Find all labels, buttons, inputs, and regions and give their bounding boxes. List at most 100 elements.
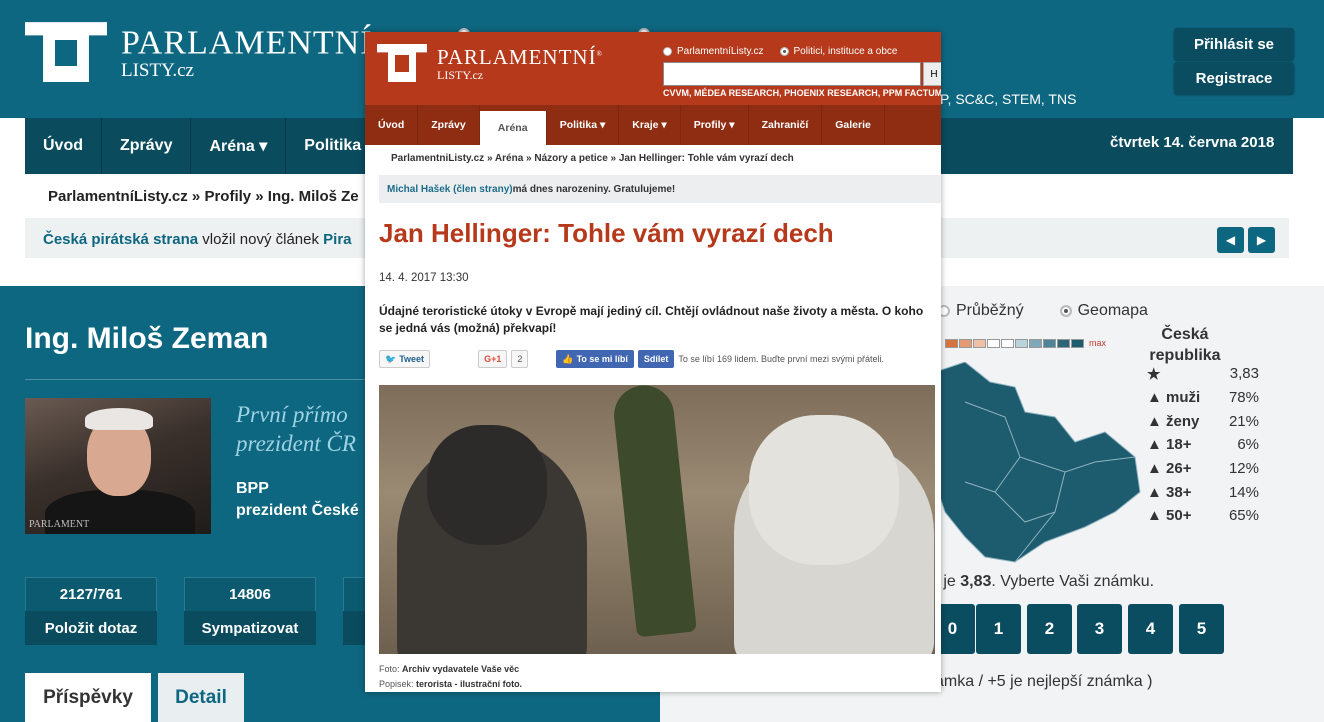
stat-questions: 2127/761 Položit dotaz <box>25 577 157 645</box>
photo-credit: Foto: Archiv vydavatele Vaše věc <box>379 664 519 674</box>
stat-value: 6% <box>1237 436 1259 454</box>
czech-map[interactable] <box>935 362 1145 567</box>
quote-line-1: První přímo <box>236 402 348 427</box>
grade-button-4[interactable]: 4 <box>1128 604 1173 654</box>
birthday-person-link[interactable]: Michal Hašek (člen strany) <box>387 184 513 195</box>
agencies-text: P, SC&C, STEM, TNS <box>940 91 1077 107</box>
map-option-running[interactable]: Průběžný <box>956 302 1024 320</box>
nav-item-uvod[interactable]: Úvod <box>25 118 102 174</box>
article-breadcrumb[interactable]: ParlamentniListy.cz » Aréna » Názory a p… <box>391 153 794 164</box>
article-site-logo[interactable]: PARLAMENTNÍ® LISTY.cz <box>377 44 603 82</box>
scope-radio-site[interactable] <box>663 47 672 56</box>
grade-button-2[interactable]: 2 <box>1027 604 1072 654</box>
questions-count: 2127/761 <box>25 577 157 611</box>
article-nav-politika[interactable]: Politika ▾ <box>547 105 620 145</box>
radio-geomap[interactable] <box>1059 305 1072 317</box>
ask-question-button[interactable]: Položit dotaz <box>25 611 157 645</box>
ticker-prev-button[interactable]: ◀ <box>1217 227 1244 253</box>
ticker-author-link[interactable]: Česká pirátská strana <box>43 231 198 248</box>
grade-button-5[interactable]: 5 <box>1179 604 1224 654</box>
logo-line2: LISTY.cz <box>121 60 194 82</box>
scope-radio-politicians[interactable] <box>779 47 789 56</box>
article-title: Jan Hellinger: Tohle vám vyrazí dech <box>379 218 834 248</box>
average-rating-text: a je 3,83. Vyberte Vaši známku. <box>930 573 1154 591</box>
map-type-selector: Průběžný Geomapa <box>938 302 1148 320</box>
article-perex: Údajné teroristické útoky v Evropě mají … <box>379 304 924 335</box>
article-nav-galerie[interactable]: Galerie <box>822 105 885 145</box>
avg-value: 3,83 <box>960 573 992 590</box>
stat-value: 65% <box>1228 507 1259 525</box>
current-date: čtvrtek 14. června 2018 <box>1110 134 1275 151</box>
avg-suffix: . Vyberte Vaši známku. <box>991 573 1155 590</box>
map-scale: max <box>945 338 1106 348</box>
grade-scale-note: ámka / +5 je nejlepší známka ) <box>935 673 1153 690</box>
register-button[interactable]: Registrace <box>1174 62 1294 94</box>
photo-caption-label: Popisek: <box>379 679 414 689</box>
scope-label-site[interactable]: ParlamentníListy.cz <box>677 46 764 57</box>
tab-posts[interactable]: Příspěvky <box>25 673 151 722</box>
map-option-geomap[interactable]: Geomapa <box>1078 302 1148 320</box>
fb-like-button[interactable]: 👍 To se mi líbí <box>556 350 634 368</box>
tweet-label: Tweet <box>399 354 425 364</box>
sympathizers-count: 14806 <box>184 577 316 611</box>
sympathize-button[interactable]: Sympatizovat <box>184 611 316 645</box>
article-nav-zpravy[interactable]: Zprávy <box>418 105 480 145</box>
article-logo-registered: ® <box>596 50 603 58</box>
birthday-text: má dnes narozeniny. Gratulujeme! <box>512 183 676 195</box>
photo-credit-label: Foto: <box>379 664 400 674</box>
region-title: Česká republika <box>1149 326 1221 364</box>
person-icon: ▲ muži <box>1147 389 1201 407</box>
star-icon: ★ <box>1147 365 1161 383</box>
photo-credit-source: Archiv vydavatele Vaše věc <box>402 664 520 674</box>
article-search-button[interactable]: H <box>923 62 941 86</box>
profile-party: BPP <box>236 480 269 497</box>
chevron-right-icon: ▶ <box>1256 233 1267 247</box>
ticker-article-link[interactable]: Pira <box>323 231 351 248</box>
ticker-next-button[interactable]: ▶ <box>1248 227 1275 253</box>
person-icon: ▲ 50+ <box>1147 507 1192 525</box>
stat-value: 14% <box>1228 483 1259 501</box>
grade-button-3[interactable]: 3 <box>1077 604 1122 654</box>
profile-role: prezident České <box>236 502 359 519</box>
article-search-scope: ParlamentníListy.cz Politici, instituce … <box>663 46 897 57</box>
birthday-notice: Michal Hašek (člen strany) má dnes naroz… <box>379 175 941 203</box>
article-nav-zahranici[interactable]: Zahraničí <box>749 105 823 145</box>
scope-label-politicians[interactable]: Politici, instituce a obce <box>794 46 898 57</box>
article-nav-profily[interactable]: Profily ▾ <box>681 105 749 145</box>
nav-item-zpravy[interactable]: Zprávy <box>102 118 192 174</box>
scale-max-label: max <box>1089 338 1107 348</box>
article-logo-line2: LISTY.cz <box>437 68 484 82</box>
article-date: 14. 4. 2017 13:30 <box>379 272 469 284</box>
social-bar: 🐦 Tweet G+1 2 👍 To se mi líbí Sdílet To se… <box>379 350 884 368</box>
photo-watermark: PARLAMENT <box>29 519 90 530</box>
gplus-button[interactable]: G+1 <box>478 350 508 368</box>
fb-like-label: To se mi líbí <box>576 354 628 364</box>
tweet-button[interactable]: 🐦 Tweet <box>379 350 431 368</box>
person-icon: ▲ 38+ <box>1147 483 1192 501</box>
article-nav-kraje[interactable]: Kraje ▾ <box>619 105 681 145</box>
profile-photo: PARLAMENT <box>25 398 211 534</box>
gplus-label: G+1 <box>484 354 502 364</box>
article-search-input[interactable] <box>663 62 921 86</box>
breadcrumb[interactable]: ParlamentníListy.cz » Profily » Ing. Mil… <box>48 188 359 205</box>
tab-detail[interactable]: Detail <box>158 673 244 722</box>
article-photo[interactable] <box>379 385 935 654</box>
article-nav-arena[interactable]: Aréna <box>479 111 547 145</box>
thumbs-up-icon: 👍 <box>562 353 574 364</box>
photo-caption: Popisek: terorista - ilustrační foto. <box>379 679 522 689</box>
article-nav-uvod[interactable]: Úvod <box>365 105 419 145</box>
login-button[interactable]: Přihlásit se <box>1174 28 1294 60</box>
grade-button-1[interactable]: 1 <box>976 604 1021 654</box>
site-logo[interactable]: PARLAMENTNÍ® LISTY.cz <box>25 22 381 83</box>
nav-item-arena[interactable]: Aréna ▾ <box>191 118 287 174</box>
stat-value: 21% <box>1228 412 1259 430</box>
stat-value: 12% <box>1228 460 1259 478</box>
fb-share-button[interactable]: Sdílet <box>637 350 675 368</box>
twitter-icon: 🐦 <box>385 353 397 364</box>
article-nav: Úvod Zprávy Aréna Politika ▾ Kraje ▾ Pro… <box>365 105 941 145</box>
person-icon: ▲ ženy <box>1147 412 1200 430</box>
ticker-text: vložil nový článek <box>198 231 324 248</box>
profile-name: Ing. Miloš Zeman <box>25 322 269 355</box>
news-ticker-text: Česká pirátská strana vložil nový článek… <box>43 231 352 248</box>
logo-book-icon <box>377 44 427 82</box>
